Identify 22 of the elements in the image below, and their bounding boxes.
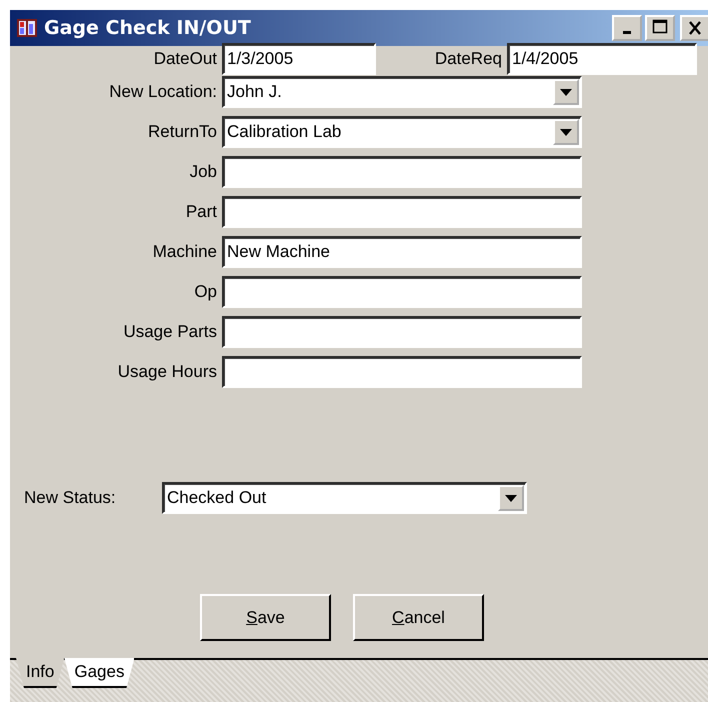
field-label: Usage Hours <box>116 362 217 382</box>
field-label: ReturnTo <box>147 122 217 142</box>
cancel-button[interactable]: Cancel <box>353 594 484 641</box>
field-label: DateOut <box>152 49 217 69</box>
dropdown-field[interactable]: Checked Out <box>162 482 527 514</box>
tab[interactable]: Info <box>16 658 64 688</box>
field-label: New Location: <box>108 82 217 102</box>
save-button[interactable]: Save <box>200 594 331 641</box>
window-title: Gage Check IN/OUT <box>44 17 252 39</box>
field-label: DateReq <box>434 49 502 69</box>
dropdown-field[interactable]: Calibration Lab <box>222 116 582 148</box>
text-field[interactable]: New Machine <box>222 236 582 268</box>
dropdown-field[interactable]: John J. <box>222 76 582 108</box>
date-field[interactable]: 1/3/2005 <box>222 43 376 75</box>
field-label: Op <box>193 282 217 302</box>
field-label: Usage Parts <box>122 322 217 342</box>
field-label: Part <box>184 202 217 222</box>
field-label: New Status: <box>24 488 117 508</box>
field-label: Machine <box>152 242 217 262</box>
field-label: Job <box>188 162 217 182</box>
date-field[interactable]: 1/4/2005 <box>507 43 697 75</box>
tab[interactable]: Gages <box>64 658 134 688</box>
